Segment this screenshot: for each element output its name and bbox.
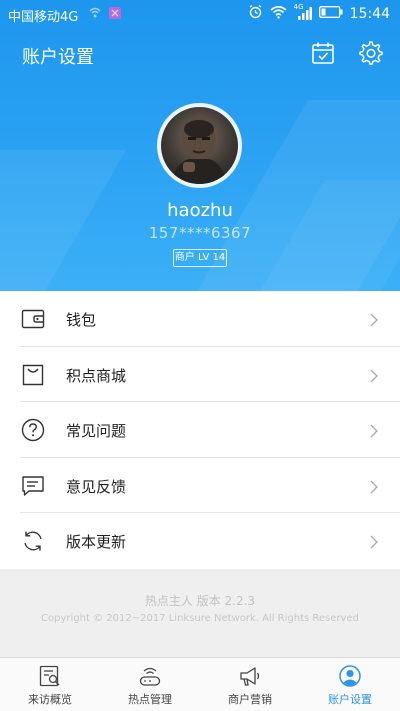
chevron-right-icon	[370, 423, 378, 438]
tab-label: 热点管理	[128, 693, 172, 706]
menu-item-label: 常见问题	[66, 422, 127, 441]
status-bar: 中国移动4G 4G 15:44	[0, 0, 400, 28]
alarm-icon	[248, 4, 263, 23]
tab-label: 账户设置	[328, 693, 372, 706]
tab-account-settings[interactable]: 账户设置	[300, 658, 400, 711]
feedback-message-icon	[21, 474, 45, 498]
menu-item-label: 版本更新	[66, 533, 127, 552]
shopping-bag-icon	[21, 363, 45, 387]
tab-label: 商户营销	[228, 693, 272, 706]
tab-merchant-marketing[interactable]: 商户营销	[200, 658, 300, 711]
cellular-signal-icon: 4G	[294, 3, 312, 21]
calendar-check-icon[interactable]	[311, 41, 335, 65]
menu-item-label: 积点商城	[66, 366, 127, 385]
user-circle-icon	[339, 665, 361, 687]
tab-label: 来访概览	[28, 693, 72, 706]
avatar[interactable]	[157, 103, 242, 188]
question-circle-icon	[21, 418, 45, 442]
app-version: 热点主人 版本 2.2.3	[144, 594, 256, 608]
menu-item-label: 钱包	[66, 311, 97, 329]
chevron-right-icon	[370, 479, 378, 494]
wallet-icon	[21, 307, 45, 331]
gear-icon[interactable]	[357, 40, 383, 66]
refresh-icon	[21, 529, 45, 553]
merchant-level-badge: 商户 LV 14	[173, 249, 227, 267]
menu-item-label: 意见反馈	[66, 477, 127, 496]
chevron-right-icon	[370, 368, 378, 383]
page-title: 账户设置	[22, 47, 94, 68]
chevron-right-icon	[370, 534, 378, 549]
settings-menu: 钱包 积点商城 常见问题 意见反馈 版本更新	[0, 291, 400, 569]
chevron-right-icon	[370, 312, 378, 327]
status-time: 15:44	[349, 5, 390, 22]
phone-number: 157****6367	[148, 224, 252, 242]
menu-item-version-update[interactable]: 版本更新	[0, 513, 400, 569]
bottom-tab-bar: 来访概览 热点管理 商户营销 账户设置	[0, 657, 400, 711]
megaphone-icon	[239, 665, 261, 687]
copyright-text: Copyright © 2012~2017 Linksure Network. …	[41, 613, 359, 624]
hotspot-status-icon	[88, 6, 102, 24]
username: haozhu	[167, 200, 233, 221]
visit-overview-icon	[39, 665, 61, 687]
menu-item-feedback[interactable]: 意见反馈	[0, 458, 400, 514]
menu-item-faq[interactable]: 常见问题	[0, 402, 400, 458]
battery-icon	[318, 5, 343, 22]
wifi-router-icon	[139, 665, 161, 687]
wifi-icon	[270, 5, 287, 23]
notification-app-icon	[108, 6, 122, 24]
menu-item-points-mall[interactable]: 积点商城	[0, 347, 400, 403]
tab-hotspot-management[interactable]: 热点管理	[100, 658, 200, 711]
carrier-label: 中国移动4G	[8, 10, 79, 25]
menu-item-wallet[interactable]: 钱包	[0, 291, 400, 347]
tab-visit-overview[interactable]: 来访概览	[0, 658, 100, 711]
